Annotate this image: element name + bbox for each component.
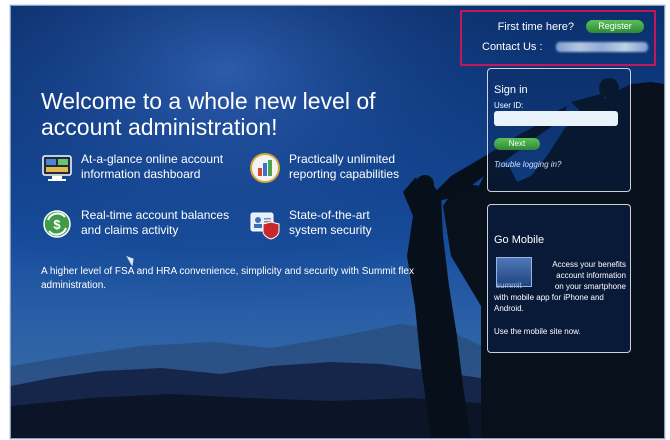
dollar-refresh-icon: $ bbox=[43, 210, 71, 238]
headline-line-2: account administration! bbox=[41, 114, 278, 140]
feature-reporting: Practically unlimited reporting capabili… bbox=[249, 152, 399, 184]
svg-text:$: $ bbox=[53, 217, 61, 232]
mobile-promo-line-3: on your smartphone bbox=[554, 282, 626, 291]
next-button[interactable]: Next bbox=[494, 138, 540, 150]
feature-balances: $ Real-time account balances and claims … bbox=[41, 208, 229, 240]
user-id-label: User ID: bbox=[494, 101, 524, 110]
feature-dashboard-line2: information dashboard bbox=[81, 167, 201, 181]
mobile-promo-line-2: account information bbox=[556, 271, 626, 280]
mobile-site-link[interactable]: Use the mobile site now. bbox=[494, 327, 581, 336]
dashboard-monitor-icon bbox=[42, 155, 72, 181]
trouble-logging-in-link[interactable]: Trouble logging in? bbox=[494, 160, 561, 169]
contact-email-redacted[interactable] bbox=[556, 42, 648, 52]
feature-dashboard-line1: At-a-glance online account bbox=[81, 152, 224, 166]
feature-reporting-line1: Practically unlimited bbox=[289, 152, 396, 166]
go-mobile-panel: Go Mobile summit Access your benefits ac… bbox=[487, 204, 631, 353]
landing-page: First time here? Register Contact Us : W… bbox=[10, 5, 665, 439]
feature-balances-line2: and claims activity bbox=[81, 223, 179, 237]
headline-line-1: Welcome to a whole new level of bbox=[41, 88, 376, 114]
feature-security: State-of-the-art system security bbox=[249, 208, 372, 240]
feature-balances-line1: Real-time account balances bbox=[81, 208, 230, 222]
contact-us-label: Contact Us : bbox=[482, 41, 543, 53]
intro-description: A higher level of FSA and HRA convenienc… bbox=[41, 266, 414, 291]
account-access-highlight: First time here? Register Contact Us : bbox=[460, 10, 656, 66]
mobile-promo-line-4: with mobile app for iPhone and bbox=[494, 293, 604, 302]
mobile-promo-line-1: Access your benefits bbox=[552, 260, 626, 269]
mobile-promo-line-5: Android. bbox=[494, 304, 524, 313]
bar-chart-icon bbox=[250, 153, 280, 183]
user-id-input[interactable] bbox=[494, 111, 618, 126]
sign-in-title: Sign in bbox=[494, 84, 528, 96]
go-mobile-title: Go Mobile bbox=[494, 234, 545, 246]
sign-in-panel: Sign in User ID: Next Trouble logging in… bbox=[487, 68, 631, 192]
register-button[interactable]: Register bbox=[586, 20, 644, 33]
feature-reporting-line2: reporting capabilities bbox=[289, 167, 400, 181]
feature-security-line2: system security bbox=[289, 223, 372, 237]
page-headline: Welcome to a whole new level of account … bbox=[41, 88, 401, 140]
feature-security-line1: State-of-the-art bbox=[289, 208, 370, 222]
first-time-text: First time here? bbox=[497, 21, 574, 33]
feature-dashboard: At-a-glance online account information d… bbox=[41, 152, 223, 184]
shield-id-card-icon bbox=[250, 212, 280, 240]
mobile-promo-text: Access your benefits account information… bbox=[494, 259, 626, 314]
